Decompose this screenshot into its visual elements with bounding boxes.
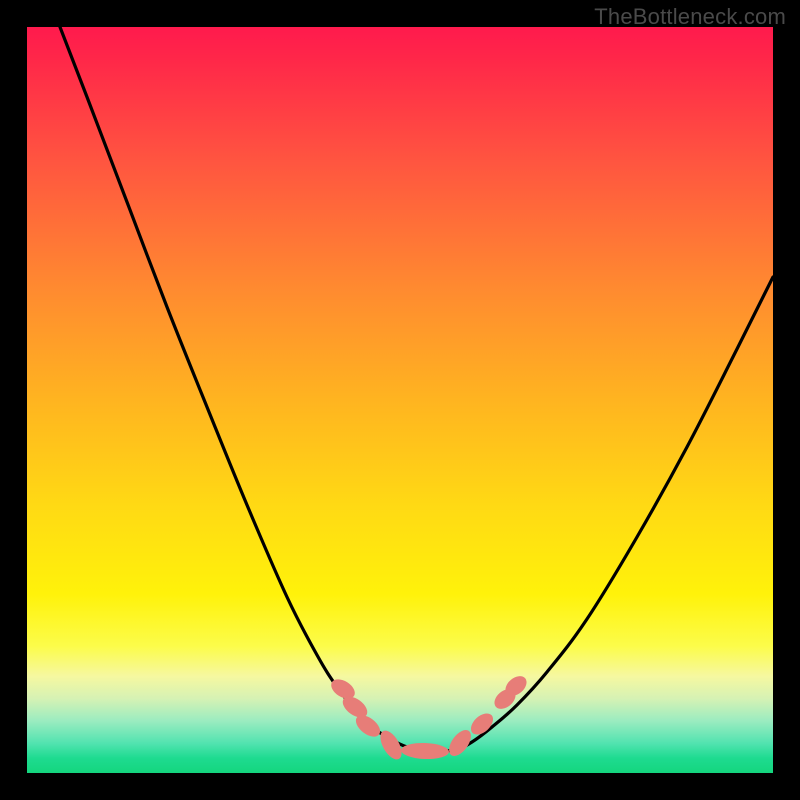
curve-markers	[328, 672, 531, 763]
chart-svg	[27, 27, 773, 773]
watermark-text: TheBottleneck.com	[594, 4, 786, 30]
chart-frame	[27, 27, 773, 773]
curve-marker	[401, 742, 450, 760]
bottleneck-curve	[60, 27, 773, 752]
